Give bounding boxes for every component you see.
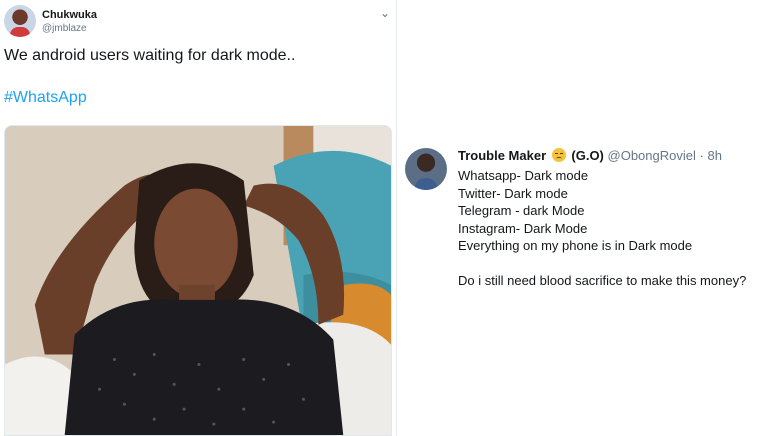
- photo-illustration: [5, 126, 391, 435]
- hashtag-link[interactable]: #WhatsApp: [4, 89, 87, 107]
- avatar[interactable]: [4, 5, 36, 37]
- separator-dot: ·: [699, 148, 704, 163]
- author-name[interactable]: Trouble Maker: [458, 148, 546, 163]
- tweet-photo[interactable]: [4, 125, 392, 436]
- tweet-line: Whatsapp- Dark mode: [458, 168, 589, 183]
- tweet-line: Twitter- Dark mode: [458, 185, 568, 201]
- author-name[interactable]: Chukwuka: [42, 9, 97, 21]
- right-tweet-card: Trouble Maker (G.O) @ObongRoviel · 8h Wh…: [397, 0, 784, 436]
- chevron-down-icon[interactable]: ⌄: [380, 6, 390, 20]
- left-tweet-card: Chukwuka @jmblaze ⌄ We android users wai…: [0, 0, 396, 436]
- author-tag: (G.O): [571, 148, 604, 163]
- tweet-text: Whatsapp- Dark mode Twitter- Dark mode T…: [458, 167, 746, 290]
- author-handle[interactable]: @jmblaze: [42, 23, 87, 34]
- author-handle[interactable]: @ObongRoviel: [608, 148, 696, 163]
- tweet-line: Telegram - dark Mode: [458, 203, 585, 218]
- tweet-line: Instagram- Dark Mode: [458, 220, 588, 236]
- avatar[interactable]: [405, 148, 447, 190]
- relieved-face-emoji-icon: [551, 148, 566, 162]
- tweet-text: We android users waiting for dark mode..: [4, 47, 296, 64]
- tweet-header: Trouble Maker (G.O) @ObongRoviel · 8h: [458, 148, 722, 163]
- tweet-question: Do i still need blood sacrifice to make …: [458, 273, 747, 288]
- tweet-timestamp[interactable]: 8h: [707, 148, 721, 163]
- tweet-line: Everything on my phone is in Dark mode: [458, 238, 693, 253]
